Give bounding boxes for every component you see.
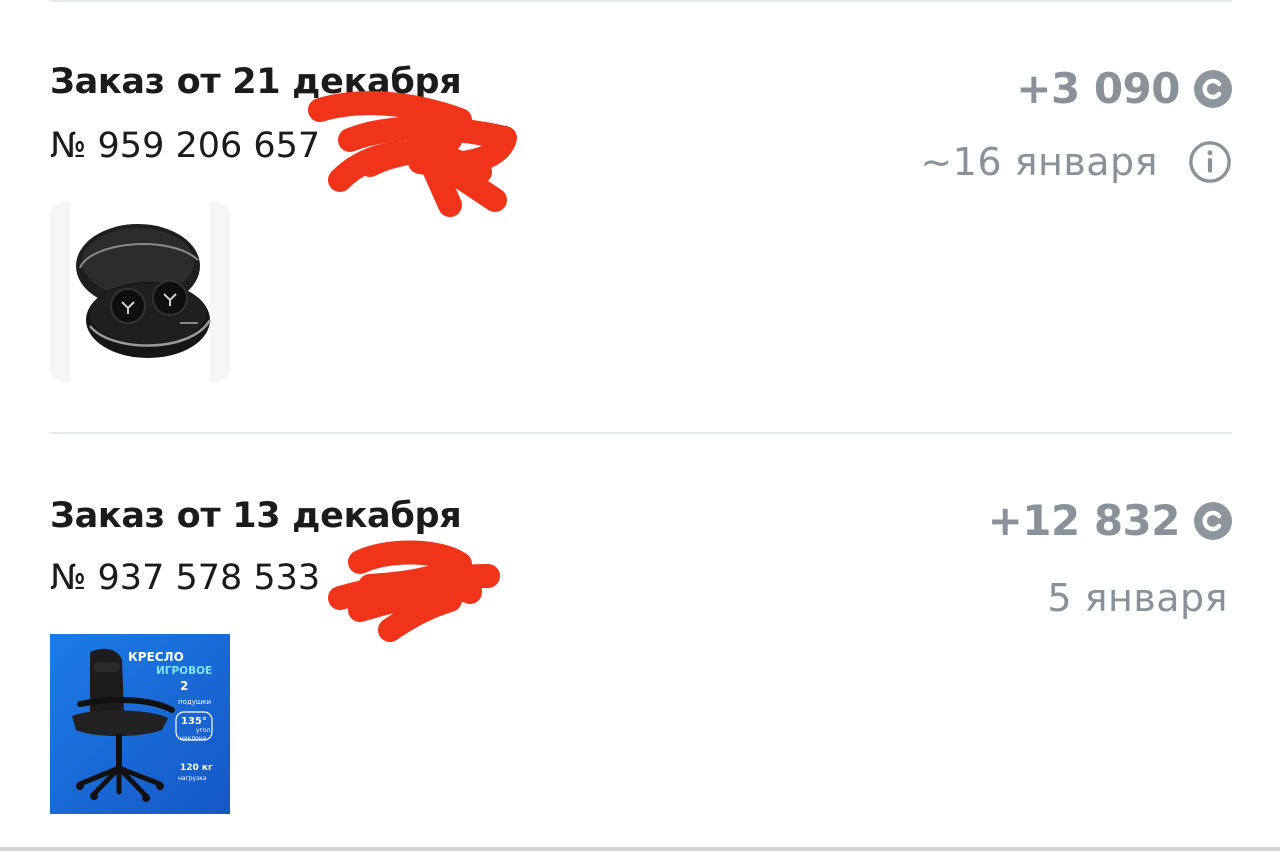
bonus-value: +12 832 [987,496,1181,545]
chair-card-line1: КРЕСЛО [128,650,184,664]
chair-feature3-label: нагрузка [178,775,207,782]
delivery-date: 5 января [1047,576,1228,620]
product-thumbnail[interactable] [50,202,230,382]
order-number: № 937 578 533 [50,558,321,598]
gaming-chair-icon: КРЕСЛО ИГРОВОЕ 2 подушки 135° угол накло… [50,634,230,814]
chair-feature1-value: 2 [180,679,188,693]
order-number: № 959 206 657 [50,126,321,166]
bonus-coin-icon [1194,501,1232,540]
delivery-date: ~16 января [920,140,1158,184]
order-title: Заказ от 21 декабря [50,62,462,102]
chair-card-line2: ИГРОВОЕ [156,665,212,677]
chair-feature2-value: 135° [181,716,207,727]
bonus-value: +3 090 [1016,64,1180,113]
order-card[interactable]: Заказ от 21 декабря № 959 206 657 +3 090… [0,0,1280,430]
info-icon[interactable] [1188,140,1232,184]
bonus-points: +12 832 [988,496,1232,545]
order-card[interactable]: Заказ от 13 декабря № 937 578 533 +12 83… [0,434,1280,851]
chair-feature2-label-b: наклона [180,735,207,742]
chair-feature1-label: подушки [178,698,211,706]
bonus-points: +3 090 [1016,64,1232,113]
order-title: Заказ от 13 декабря [50,496,462,536]
orders-list: Заказ от 21 декабря № 959 206 657 +3 090… [0,0,1280,851]
bottom-divider [0,847,1280,851]
chair-feature2-label-a: угол [196,727,210,734]
earbuds-case-icon [50,202,230,382]
bonus-coin-icon [1194,69,1232,108]
delivery-date-row: ~16 января [920,140,1232,184]
redaction-scribble [328,540,500,642]
delivery-date-row: 5 января [1047,576,1228,620]
product-thumbnail[interactable]: КРЕСЛО ИГРОВОЕ 2 подушки 135° угол накло… [50,634,230,814]
chair-feature3-value: 120 кг [180,763,213,773]
